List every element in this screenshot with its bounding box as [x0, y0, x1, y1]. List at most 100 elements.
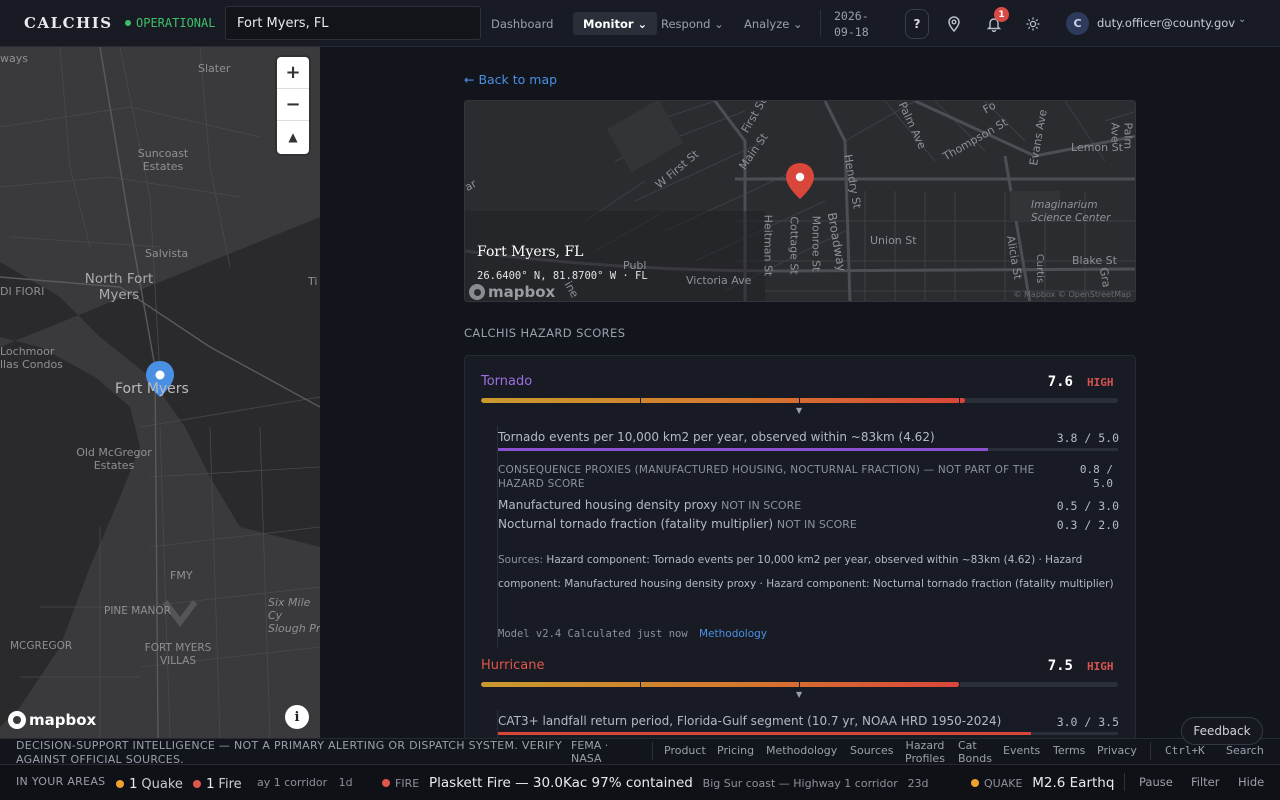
- street-cottage-st: Cottage St: [787, 216, 801, 275]
- map-label-slater: Slater: [198, 62, 231, 75]
- map-label-suncoast-estates: Suncoast Estates: [137, 147, 189, 173]
- minimap-mapbox-logo: mapbox: [469, 283, 555, 301]
- poi-imaginarium: Imaginarium Science Center: [1031, 199, 1111, 224]
- nav-dashboard[interactable]: Dashboard: [481, 12, 563, 35]
- help-button[interactable]: ?: [905, 9, 929, 39]
- location-minimap[interactable]: First St W First St Main St Palm Ave Tho…: [464, 100, 1136, 302]
- proxy-value-manufactured-housing: 0.5 / 3.0: [1056, 499, 1119, 513]
- street-heitman-st: Heitman St: [761, 214, 775, 277]
- brand-logo[interactable]: CALCHIS: [24, 14, 113, 32]
- ticker-hide-button[interactable]: Hide: [1238, 775, 1264, 789]
- threshold-caret-icon: ▼: [796, 406, 803, 415]
- mapbox-mark-icon: [8, 711, 26, 729]
- methodology-link[interactable]: Methodology: [699, 628, 767, 640]
- status-dot-icon: [125, 20, 131, 26]
- bar-tick: [640, 398, 641, 403]
- threshold-caret-icon: ▼: [796, 690, 803, 699]
- ticker-divider: [1124, 773, 1125, 791]
- feedback-button[interactable]: Feedback: [1181, 717, 1263, 745]
- theme-sun-icon[interactable]: [1021, 10, 1045, 38]
- fire-dot-icon: [193, 780, 201, 788]
- footer-divider: [1150, 742, 1151, 760]
- quake-dot-icon: [116, 780, 124, 788]
- footer-link-product[interactable]: Product: [664, 744, 706, 757]
- zoom-control: + − ▲: [277, 57, 309, 154]
- street-blake-st: Blake St: [1072, 254, 1117, 267]
- tornado-component-label: Tornado events per 10,000 km2 per year, …: [498, 430, 935, 444]
- bar-tick: [799, 398, 800, 403]
- overview-map[interactable]: ways Slater Suncoast Estates Salvista No…: [0, 47, 320, 738]
- footer-link-cat-bonds[interactable]: Cat Bonds: [958, 739, 992, 765]
- bar-tick: [799, 682, 800, 687]
- system-status: OPERATIONAL: [125, 16, 215, 30]
- zoom-in-button[interactable]: +: [277, 57, 309, 89]
- location-pin-icon[interactable]: [942, 10, 966, 38]
- compass-icon[interactable]: ▲: [277, 121, 309, 153]
- footer-link-sources[interactable]: Sources: [850, 744, 894, 757]
- ticker-item-quake[interactable]: QUAKE M2.6 Earthq: [971, 775, 1123, 791]
- map-label-fmy: FMY: [170, 569, 193, 582]
- map-label-salvista: Salvista: [145, 247, 189, 260]
- user-email[interactable]: duty.officer@county.gov: [1097, 16, 1235, 30]
- ticker-label: IN YOUR AREAS: [16, 775, 106, 788]
- user-menu-chevron-icon[interactable]: ⌄: [1238, 14, 1246, 25]
- mapbox-logo: mapbox: [8, 711, 96, 729]
- footer-link-events[interactable]: Events: [1003, 744, 1040, 757]
- nav-analyze[interactable]: Analyze ⌄: [734, 12, 813, 35]
- map-label-six-mile: Six Mile Cy Slough Pr: [268, 596, 320, 635]
- map-label-ways: ways: [0, 52, 28, 65]
- map-info-button[interactable]: i: [285, 705, 309, 729]
- tornado-component-bar: [498, 448, 1118, 451]
- zoom-out-button[interactable]: −: [277, 89, 309, 121]
- consequence-proxies-value: 0.8 / 5.0: [1079, 463, 1113, 490]
- tornado-component-value: 3.8 / 5.0: [1056, 431, 1119, 445]
- map-label-mcgregor: MCGREGOR: [10, 640, 73, 652]
- bar-tick: [959, 398, 960, 403]
- ticker-fire-count[interactable]: 1 Fire: [193, 776, 242, 792]
- footer-link-hazard-profiles[interactable]: Hazard Profiles: [905, 739, 945, 765]
- ticker-quake-count[interactable]: 1 Quake: [116, 776, 183, 792]
- hazard-score-hurricane: 7.5: [1047, 658, 1073, 674]
- street-monroe-st: Monroe St: [809, 215, 823, 272]
- map-label-north-fort-myers: North Fort Myers: [84, 271, 154, 303]
- map-label-di-fiori: DI FIORI: [0, 285, 45, 298]
- footer-search-button[interactable]: Search: [1226, 744, 1264, 757]
- footer-link-pricing[interactable]: Pricing: [717, 744, 754, 757]
- ticker-item-fragment[interactable]: ay 1 corridor 1d: [257, 776, 353, 789]
- footer-link-privacy[interactable]: Privacy: [1097, 744, 1137, 757]
- nav-monitor[interactable]: Monitor ⌄: [573, 12, 658, 35]
- street-victoria-ave: Victoria Ave: [686, 274, 752, 287]
- tornado-detail-block: [497, 426, 1119, 648]
- map-label-fort-myers: Fort Myers: [115, 381, 189, 397]
- footer-link-methodology[interactable]: Methodology: [766, 744, 837, 757]
- proxy-row-nocturnal-fraction: Nocturnal tornado fraction (fatality mul…: [498, 517, 857, 531]
- hazard-bar-fill-tornado: [481, 398, 966, 403]
- hurricane-component-bar: [498, 732, 1118, 735]
- map-label-ti: Ti: [308, 275, 318, 288]
- quake-dot-icon: [971, 779, 979, 787]
- proxy-value-nocturnal-fraction: 0.3 / 2.0: [1056, 518, 1119, 532]
- footer-link-terms[interactable]: Terms: [1053, 744, 1085, 757]
- minimap-coordinates: 26.6400° N, 81.8700° W · FL: [477, 270, 648, 282]
- tornado-sources: Sources: Hazard component: Tornado event…: [498, 554, 1114, 590]
- top-bar: CALCHIS OPERATIONAL Dashboard Monitor ⌄ …: [0, 0, 1280, 47]
- location-search-input[interactable]: [225, 6, 481, 40]
- map-label-pine-manor: PINE MANOR: [104, 605, 171, 617]
- ticker-filter-button[interactable]: Filter: [1191, 775, 1219, 789]
- event-ticker: IN YOUR AREAS 1 Quake 1 Fire ay 1 corrid…: [0, 764, 1280, 800]
- hurricane-component-label: CAT3+ landfall return period, Florida-Gu…: [498, 714, 1002, 728]
- hazard-scores-title: CALCHIS HAZARD SCORES: [464, 326, 626, 340]
- hazard-level-hurricane: HIGH: [1087, 660, 1114, 673]
- footer-disclaimer: DECISION-SUPPORT INTELLIGENCE — NOT A PR…: [16, 739, 563, 766]
- back-to-map-link[interactable]: ← Back to map: [464, 72, 557, 87]
- nav-respond[interactable]: Respond ⌄: [651, 12, 734, 35]
- map-label-old-mcgregor: Old McGregor Estates: [76, 446, 152, 472]
- ticker-pause-button[interactable]: Pause: [1139, 775, 1173, 789]
- ticker-item-fire[interactable]: FIRE Plaskett Fire — 30.0Kac 97% contain…: [382, 775, 929, 791]
- hazard-score-tornado: 7.6: [1047, 374, 1073, 390]
- minimap-attribution[interactable]: © Mapbox © OpenStreetMap: [1013, 290, 1131, 299]
- nav-divider: [820, 10, 821, 37]
- avatar[interactable]: C: [1066, 12, 1089, 35]
- hurricane-component-bar-fill: [498, 732, 1032, 735]
- street-union-st: Union St: [870, 234, 917, 247]
